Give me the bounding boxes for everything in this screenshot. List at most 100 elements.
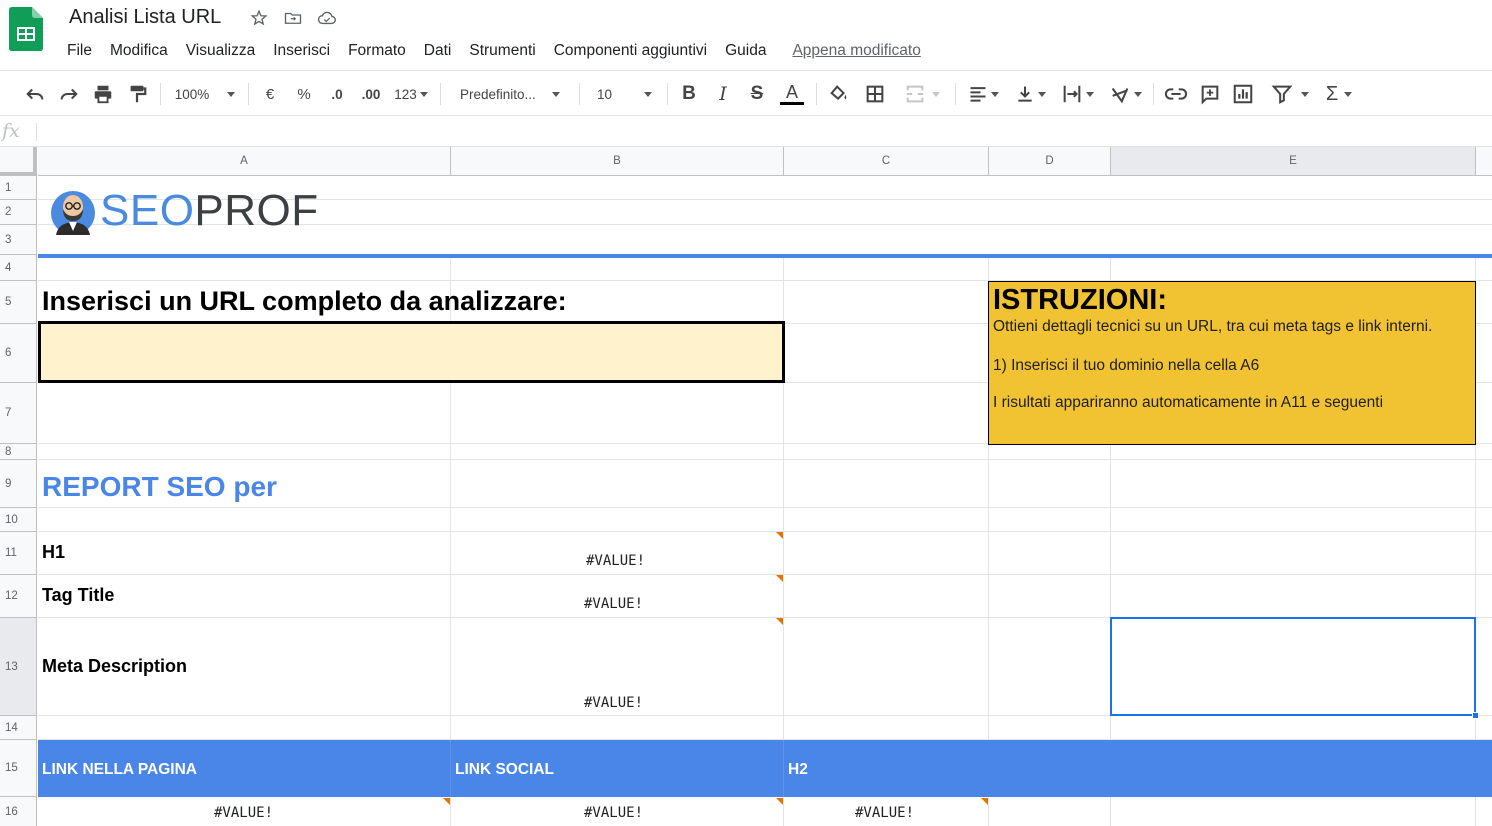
text-color-icon[interactable]: A <box>778 81 806 107</box>
font-caret-icon <box>551 91 560 97</box>
toolbar: 100% € % .0 .00 123 Predefinito... 10 B … <box>0 70 1492 116</box>
row-header-5[interactable]: 5 <box>0 281 37 324</box>
column-header-b[interactable]: B <box>451 147 784 176</box>
row-header-13[interactable]: 13 <box>0 618 37 716</box>
row-header-9[interactable]: 9 <box>0 460 37 508</box>
comment-marker-b16 <box>776 798 783 805</box>
link-icon[interactable] <box>1162 81 1190 107</box>
filter-caret-icon <box>1301 91 1309 97</box>
menu-strumenti[interactable]: Strumenti <box>460 42 544 60</box>
zoom-select[interactable]: 100% <box>170 81 240 107</box>
label-meta-description: Meta Description <box>42 656 188 676</box>
instructions-title: ISTRUZIONI: <box>993 284 1167 316</box>
column-header-e[interactable]: E <box>1111 147 1476 176</box>
report-title: REPORT SEO per <box>42 471 277 502</box>
strikethrough-icon[interactable]: S <box>744 81 770 107</box>
menu-file[interactable]: File <box>58 42 101 60</box>
row-header-15[interactable]: 15 <box>0 740 37 797</box>
active-cell-selection-e13[interactable] <box>1110 617 1479 719</box>
row-header-12[interactable]: 12 <box>0 575 37 618</box>
row-header-6[interactable]: 6 <box>0 324 37 383</box>
percent-format-button[interactable]: % <box>292 81 316 107</box>
fx-icon: fx <box>2 120 20 142</box>
italic-icon[interactable]: I <box>710 81 736 107</box>
filter-icon[interactable] <box>1266 81 1314 107</box>
comment-marker-c16 <box>981 798 988 805</box>
column-header-a[interactable]: A <box>38 147 451 176</box>
row-header-7[interactable]: 7 <box>0 383 37 444</box>
move-folder-icon[interactable] <box>282 7 304 29</box>
comment-marker-b13 <box>776 618 783 625</box>
formula-bar[interactable]: fx <box>0 117 1492 147</box>
seoprof-logo: SEOPROF <box>50 185 319 237</box>
font-size-select[interactable]: 10 <box>590 81 660 107</box>
decrease-decimals-button[interactable]: .0 <box>324 81 350 107</box>
row-header-16[interactable]: 16 <box>0 797 37 826</box>
document-title[interactable]: Analisi Lista URL <box>69 6 221 29</box>
row-header-11[interactable]: 11 <box>0 532 37 575</box>
increase-decimals-button[interactable]: .00 <box>357 81 385 107</box>
merge-icon[interactable] <box>898 81 946 107</box>
cell-a16-value: #VALUE! <box>214 805 274 821</box>
cell-b11-value: #VALUE! <box>586 553 646 569</box>
fill-color-icon[interactable] <box>826 81 852 107</box>
column-header-c[interactable]: C <box>784 147 989 176</box>
redo-icon[interactable] <box>56 81 82 107</box>
instructions-line-1: Ottieni dettagli tecnici su un URL, tra … <box>993 318 1433 335</box>
zoom-value: 100% <box>174 86 210 102</box>
print-icon[interactable] <box>90 81 116 107</box>
instructions-box: ISTRUZIONI: Ottieni dettagli tecnici su … <box>988 281 1476 445</box>
rotate-icon[interactable] <box>1104 81 1146 107</box>
wrap-caret-icon <box>1085 91 1094 97</box>
menu-formato[interactable]: Formato <box>339 42 415 60</box>
cell-b12-value: #VALUE! <box>584 596 644 612</box>
last-edit-link[interactable]: Appena modificato <box>792 42 920 60</box>
valign-icon[interactable] <box>1010 81 1050 107</box>
menu-modifica[interactable]: Modifica <box>101 42 177 60</box>
more-formats-button[interactable]: 123 <box>391 81 431 107</box>
comment-icon[interactable] <box>1197 81 1223 107</box>
more-formats-caret-icon <box>419 91 428 97</box>
cell-area[interactable]: SEOPROF Inserisci un URL completo da ana… <box>38 176 1492 826</box>
bold-icon[interactable]: B <box>676 81 702 107</box>
wrap-icon[interactable] <box>1056 81 1098 107</box>
menu-visualizza[interactable]: Visualizza <box>177 42 265 60</box>
comment-marker-b11 <box>776 532 783 539</box>
valign-caret-icon <box>1037 91 1046 97</box>
menu-componenti-aggiuntivi[interactable]: Componenti aggiuntivi <box>545 42 716 60</box>
avatar-icon <box>51 191 95 235</box>
sheets-logo-icon[interactable] <box>9 7 43 51</box>
logo-wordmark: SEOPROF <box>100 186 319 235</box>
comment-marker-b12 <box>776 575 783 582</box>
cloud-saved-icon[interactable] <box>316 7 338 29</box>
chart-icon[interactable] <box>1230 81 1256 107</box>
currency-format-button[interactable]: € <box>258 81 282 107</box>
zoom-caret-icon <box>227 91 236 97</box>
paint-format-icon[interactable] <box>124 81 150 107</box>
row-header-14[interactable]: 14 <box>0 716 37 740</box>
font-family-select[interactable]: Predefinito... <box>452 81 570 107</box>
functions-caret-icon <box>1344 91 1353 97</box>
label-tag-title: Tag Title <box>42 585 115 605</box>
row-header-10[interactable]: 10 <box>0 508 37 532</box>
menu-inserisci[interactable]: Inserisci <box>264 42 339 60</box>
functions-icon[interactable]: Σ <box>1320 81 1358 107</box>
menu-guida[interactable]: Guida <box>716 42 775 60</box>
menu-dati[interactable]: Dati <box>415 42 461 60</box>
fill-handle[interactable] <box>1472 712 1479 719</box>
row-header-1[interactable]: 1 <box>0 176 37 200</box>
header-link-nella-pagina: LINK NELLA PAGINA <box>42 761 197 778</box>
row-header-2[interactable]: 2 <box>0 200 37 225</box>
undo-icon[interactable] <box>22 81 48 107</box>
row-header-3[interactable]: 3 <box>0 225 37 255</box>
url-input-cell[interactable] <box>38 321 785 383</box>
row-header-8[interactable]: 8 <box>0 444 37 460</box>
star-icon[interactable] <box>248 7 270 29</box>
select-all-corner[interactable] <box>0 147 37 176</box>
column-header-d[interactable]: D <box>989 147 1111 176</box>
align-icon[interactable] <box>964 81 1002 107</box>
header-divider <box>38 254 1492 258</box>
borders-icon[interactable] <box>862 81 888 107</box>
font-size-caret-icon <box>644 91 653 97</box>
row-header-4[interactable]: 4 <box>0 255 37 281</box>
